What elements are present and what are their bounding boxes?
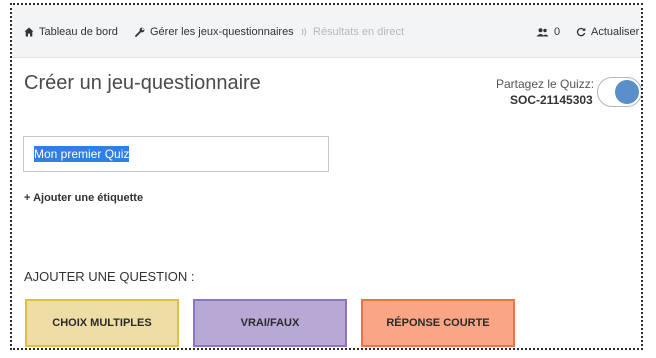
nav-manage-quizzes[interactable]: Gérer les jeux-questionnaires [135, 26, 294, 38]
user-count: 0 [554, 26, 561, 38]
users-icon [536, 27, 549, 36]
refresh-icon [576, 27, 586, 37]
home-icon [24, 27, 34, 37]
quiz-code: SOC-21145303 [510, 93, 593, 107]
add-question-heading: AJOUTER UNE QUESTION : [24, 269, 195, 284]
nav-user-count: 0 [536, 26, 560, 38]
page-title: Créer un jeu-questionnaire [24, 72, 261, 94]
refresh-label: Actualiser [591, 26, 640, 38]
top-navbar: Tableau de bord Gérer les jeux-questionn… [12, 5, 641, 58]
share-quiz-label: Partagez le Quizz: [496, 77, 595, 91]
true-false-button[interactable]: VRAI/FAUX [193, 299, 347, 347]
true-false-label: VRAI/FAUX [240, 317, 300, 329]
share-toggle[interactable] [597, 77, 641, 107]
refresh-button[interactable]: Actualiser [576, 26, 639, 38]
nav-dashboard[interactable]: Tableau de bord [24, 26, 118, 38]
app-window: Tableau de bord Gérer les jeux-questionn… [10, 3, 643, 350]
short-answer-button[interactable]: RÉPONSE COURTE [361, 299, 515, 347]
multiple-choice-label: CHOIX MULTIPLES [52, 317, 152, 329]
quiz-name-value: Mon premier Quiz [34, 146, 130, 162]
nav-live-results: Résultats en direct [300, 26, 404, 38]
nav-live-results-label: Résultats en direct [313, 26, 405, 38]
toggle-knob [615, 80, 639, 104]
quiz-name-input[interactable]: Mon premier Quiz [23, 136, 329, 172]
wrench-icon [135, 27, 145, 37]
short-answer-label: RÉPONSE COURTE [386, 317, 490, 329]
nav-dashboard-label: Tableau de bord [39, 26, 118, 38]
add-tag-link[interactable]: + Ajouter une étiquette [24, 192, 143, 204]
nav-manage-label: Gérer les jeux-questionnaires [150, 26, 294, 38]
signal-icon [301, 27, 307, 37]
multiple-choice-button[interactable]: CHOIX MULTIPLES [25, 299, 179, 347]
